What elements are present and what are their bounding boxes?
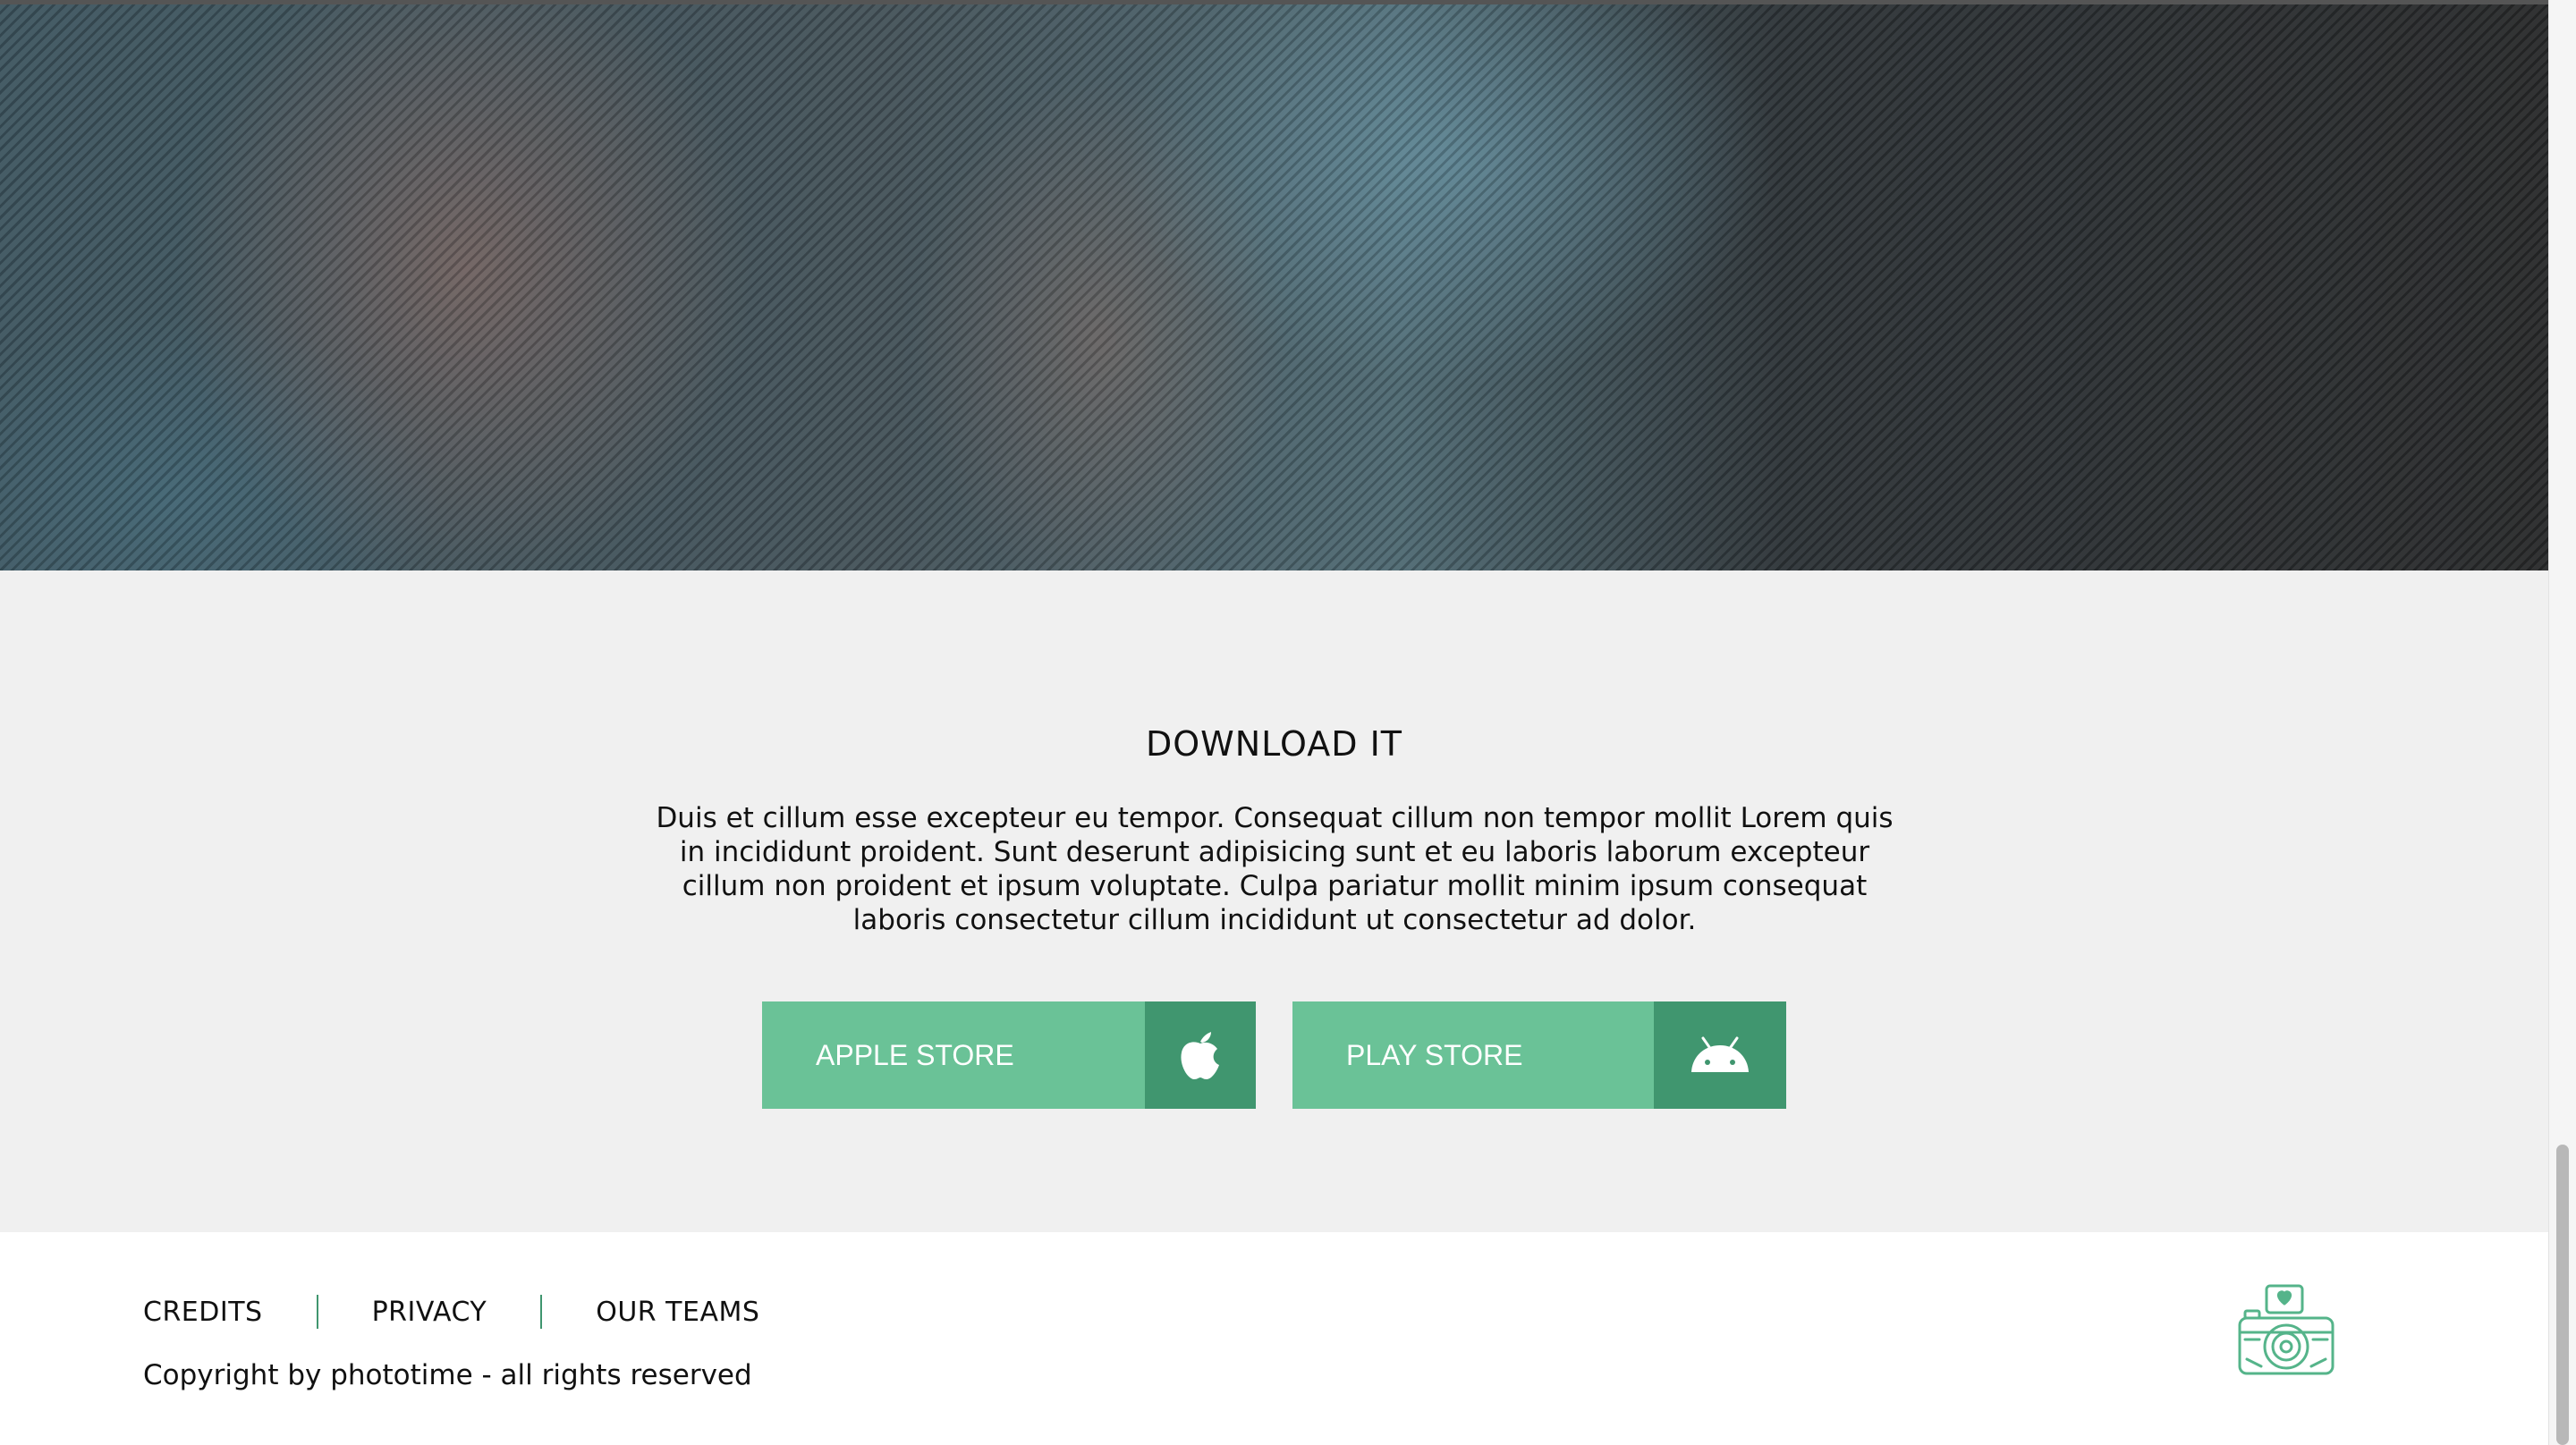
scrollbar-thumb[interactable] (2556, 1145, 2569, 1445)
footer-link-privacy[interactable]: PRIVACY (372, 1297, 487, 1328)
footer-link-credits[interactable]: CREDITS (143, 1297, 263, 1328)
camera-heart-icon[interactable] (2236, 1284, 2336, 1377)
footer-link-our-teams[interactable]: OUR TEAMS (596, 1297, 759, 1328)
page: DOWNLOAD IT Duis et cillum esse excepteu… (0, 0, 2548, 1445)
copyright-text: Copyright by phototime - all rights rese… (143, 1359, 752, 1391)
play-store-label: PLAY STORE (1346, 1039, 1523, 1071)
apple-store-button[interactable]: APPLE STORE (762, 1001, 1256, 1109)
hero-top-border (0, 0, 2548, 4)
apple-store-label: APPLE STORE (816, 1039, 1014, 1071)
apple-icon (1145, 1001, 1256, 1109)
footer: CREDITS PRIVACY OUR TEAMS Copyright by p… (0, 1232, 2548, 1445)
footer-nav: CREDITS PRIVACY OUR TEAMS (143, 1295, 759, 1329)
hero-image (0, 0, 2548, 570)
play-store-button[interactable]: PLAY STORE (1292, 1001, 1786, 1109)
download-description: Duis et cillum esse excepteur eu tempor.… (656, 802, 1894, 936)
android-icon (1654, 1001, 1786, 1109)
footer-divider (540, 1295, 543, 1329)
download-title: DOWNLOAD IT (1146, 724, 1402, 764)
page-scrollbar[interactable] (2548, 0, 2576, 1445)
footer-divider (316, 1295, 318, 1329)
download-section: DOWNLOAD IT Duis et cillum esse excepteu… (0, 570, 2548, 1232)
